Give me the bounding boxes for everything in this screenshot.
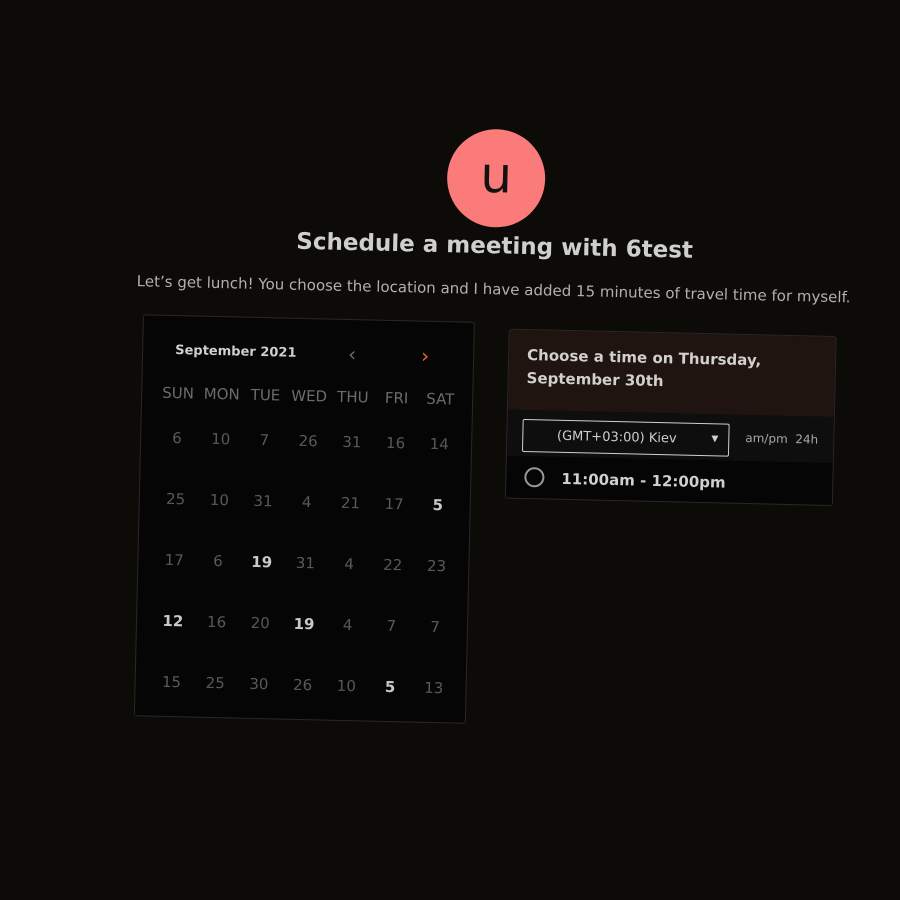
time-slot-label: 11:00am - 12:00pm <box>561 469 726 492</box>
calendar-day[interactable]: 15 <box>149 652 194 714</box>
calendar-day[interactable]: 16 <box>373 413 418 475</box>
weekday-label: WED <box>291 386 328 406</box>
radio-icon[interactable] <box>524 467 545 488</box>
time-picker-panel: Choose a time on Thursday, September 30t… <box>504 328 837 507</box>
caret-down-icon: ▼ <box>711 434 719 445</box>
calendar-day[interactable]: 13 <box>411 658 456 720</box>
calendar-day[interactable]: 7 <box>369 596 414 658</box>
weekday-label: FRI <box>384 388 409 408</box>
calendar-day[interactable]: 31 <box>241 471 286 533</box>
calendar-day[interactable]: 10 <box>197 470 242 532</box>
calendar-day[interactable]: 6 <box>195 531 240 593</box>
calendar-day[interactable]: 19 <box>281 594 326 656</box>
calendar-day[interactable]: 6 <box>154 408 199 470</box>
calendar-day[interactable]: 5 <box>415 475 460 537</box>
calendar-day[interactable]: 26 <box>280 655 325 717</box>
chevron-left-icon[interactable]: ‹ <box>348 342 357 366</box>
calendar-month-label: September 2021 <box>175 343 297 361</box>
calendar-day[interactable]: 17 <box>372 474 417 536</box>
calendar-day[interactable]: 22 <box>370 535 415 597</box>
time-picker-heading: Choose a time on Thursday, September 30t… <box>507 329 836 418</box>
weekday-label: SAT <box>426 389 455 409</box>
calendar-day[interactable]: 12 <box>150 591 195 653</box>
avatar: u <box>446 128 547 229</box>
format-24h-toggle[interactable]: 24h <box>795 432 818 447</box>
avatar-letter: u <box>479 145 513 205</box>
calendar-day[interactable]: 7 <box>413 597 458 659</box>
calendar-day[interactable]: 17 <box>152 530 197 592</box>
page-title: Schedule a meeting with 6test <box>296 228 694 264</box>
time-slot[interactable]: 11:00am - 12:00pm <box>506 456 833 506</box>
calendar-day[interactable]: 31 <box>329 412 374 474</box>
page-subtitle: Let’s get lunch! You choose the location… <box>136 272 851 307</box>
calendar-day[interactable]: 10 <box>198 409 243 471</box>
format-ampm-toggle[interactable]: am/pm <box>745 431 788 446</box>
calendar-day[interactable]: 20 <box>238 593 283 655</box>
calendar-day[interactable]: 30 <box>236 654 281 716</box>
calendar-day[interactable]: 10 <box>324 656 369 718</box>
chevron-right-icon[interactable]: › <box>421 344 430 368</box>
calendar-day[interactable]: 4 <box>325 595 370 657</box>
weekday-label: SUN <box>161 383 195 403</box>
calendar: September 2021 ‹ › SUN MON TUE WED THU F… <box>133 314 475 724</box>
timezone-select[interactable]: (GMT+03:00) Kiev ▼ <box>521 418 730 457</box>
scheduling-page: u Schedule a meeting with 6test Let’s ge… <box>0 0 900 900</box>
calendar-day[interactable]: 16 <box>194 592 239 654</box>
calendar-day[interactable]: 14 <box>417 414 462 476</box>
timezone-value: (GMT+03:00) Kiev <box>556 428 677 447</box>
weekday-label: MON <box>203 384 240 404</box>
calendar-day[interactable]: 7 <box>242 410 287 472</box>
calendar-day[interactable]: 4 <box>327 534 372 596</box>
calendar-grid: SUN MON TUE WED THU FRI SAT 6 10 7 26 31 16 14… <box>149 378 463 720</box>
calendar-day[interactable]: 4 <box>284 472 329 534</box>
weekday-label: TUE <box>250 385 281 405</box>
calendar-day[interactable]: 5 <box>367 657 412 719</box>
weekday-label: THU <box>336 387 369 407</box>
calendar-day[interactable]: 25 <box>153 469 198 531</box>
calendar-day[interactable]: 23 <box>414 536 459 598</box>
calendar-day[interactable]: 31 <box>283 533 328 595</box>
calendar-day[interactable]: 21 <box>328 473 373 535</box>
calendar-day[interactable]: 25 <box>193 653 238 715</box>
timezone-row: (GMT+03:00) Kiev ▼ am/pm 24h <box>506 409 834 464</box>
calendar-day[interactable]: 26 <box>286 411 331 473</box>
calendar-day[interactable]: 19 <box>239 532 284 594</box>
